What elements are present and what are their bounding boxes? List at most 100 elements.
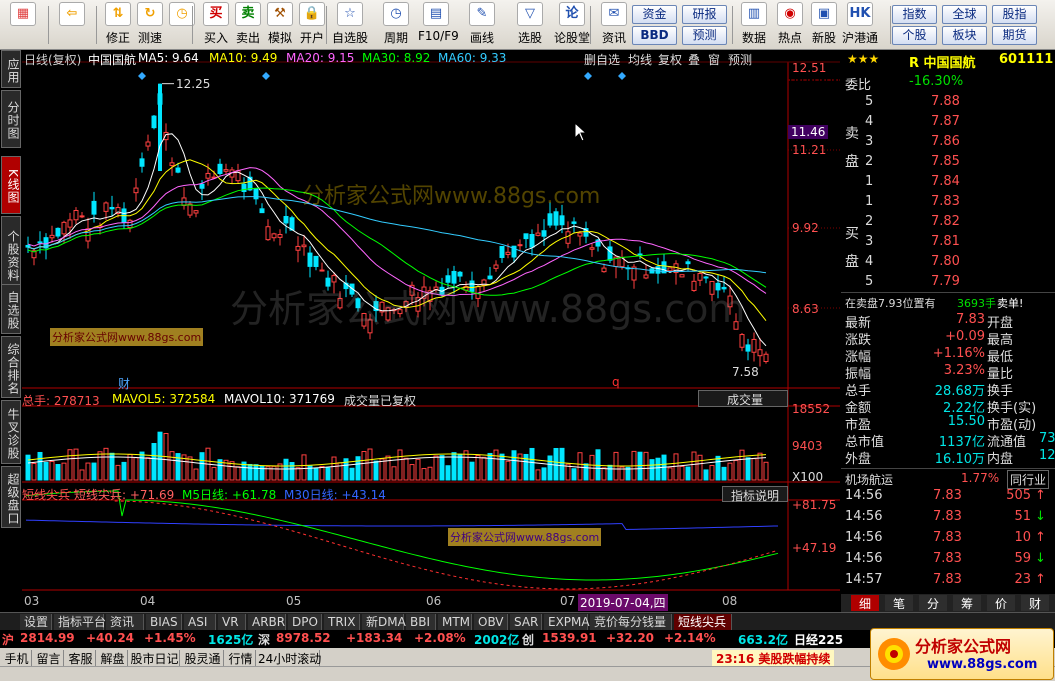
global-button[interactable]: 全球	[942, 5, 987, 24]
sh-index: 2814.99	[20, 631, 75, 645]
ipo-button[interactable]: ▣ 新股	[806, 2, 842, 48]
bbd-button[interactable]: BBD	[632, 26, 677, 45]
volume-bar	[379, 458, 385, 481]
sell-level-1[interactable]: 1 7.84	[841, 174, 1055, 194]
star-button[interactable]: ☆ 自选股	[332, 2, 368, 48]
menu-link-0[interactable]: 手机	[2, 650, 32, 667]
left-tab-2[interactable]: K线图	[1, 156, 21, 214]
tick-row: 14:57 7.83 23 ↑	[841, 572, 1055, 592]
index-button[interactable]: 指数	[892, 5, 937, 24]
data-button[interactable]: ▥ 数据	[736, 2, 772, 48]
left-tab-6[interactable]: 牛叉诊股	[1, 400, 21, 464]
bottom-tab-6[interactable]: ARBR	[248, 614, 286, 630]
menu-link-7[interactable]: 24小时滚动	[258, 650, 321, 667]
single-stock-button[interactable]: 个股	[892, 26, 937, 45]
buy-level-1[interactable]: 1 7.83	[841, 194, 1055, 214]
bottom-tab-12[interactable]: OBV	[474, 614, 508, 630]
event-mark[interactable]: q	[612, 375, 620, 389]
grid-button[interactable]: ▦	[4, 2, 42, 48]
bottom-tab-10[interactable]: BBI	[406, 614, 436, 630]
futures-button[interactable]: 期货	[992, 26, 1037, 45]
candle-body	[151, 115, 157, 129]
cycle-button[interactable]: ◷ 周期	[378, 2, 414, 48]
bottom-tab-0[interactable]: 设置	[20, 614, 52, 630]
mini-tab-3[interactable]: 筹	[953, 595, 981, 611]
mini-tab-4[interactable]: 价	[987, 595, 1015, 611]
period-label[interactable]: 日线(复权)	[24, 51, 81, 68]
hammer-button[interactable]: ⚒ 模拟	[262, 2, 298, 48]
window-button[interactable]: 窗	[708, 51, 720, 68]
fund-button[interactable]: 资金	[632, 5, 677, 24]
left-tab-7[interactable]: 超级盘口	[1, 466, 21, 528]
menu-link-2[interactable]: 客服	[66, 650, 96, 667]
forum-button[interactable]: 论论股堂	[554, 2, 590, 48]
up-down-button[interactable]: ⇅ 修正	[100, 2, 136, 48]
menu-link-1[interactable]: 留言	[34, 650, 64, 667]
filter-button[interactable]: ▽ 选股	[512, 2, 548, 48]
bottom-tab-16[interactable]: 短线尖兵	[674, 614, 732, 630]
left-tab-5[interactable]: 综合排名	[1, 336, 21, 398]
buy-level-4[interactable]: 4 7.80	[841, 254, 1055, 274]
sector-button[interactable]: 板块	[942, 26, 987, 45]
buy-button[interactable]: 买买入	[198, 2, 234, 48]
bottom-tab-11[interactable]: MTM	[438, 614, 472, 630]
sector-name[interactable]: 机场航运	[845, 471, 893, 488]
sell-level-3[interactable]: 3 7.86	[841, 134, 1055, 154]
adjust-button[interactable]: 复权	[658, 51, 682, 68]
sell-level-5[interactable]: 5 7.88	[841, 94, 1055, 114]
refresh-button[interactable]: ↻ 测速	[132, 2, 168, 48]
buy-level-3[interactable]: 3 7.81	[841, 234, 1055, 254]
clock-button[interactable]: ◷	[164, 2, 200, 48]
bottom-tab-5[interactable]: VR	[218, 614, 246, 630]
bottom-tab-3[interactable]: BIAS	[146, 614, 182, 630]
bottom-tab-4[interactable]: ASI	[184, 614, 216, 630]
overlay-button[interactable]: 叠	[688, 51, 700, 68]
bottom-tab-1[interactable]: 指标平台	[54, 614, 106, 630]
left-tab-4[interactable]: 自选股	[1, 284, 21, 334]
hot-button[interactable]: ◉ 热点	[772, 2, 808, 48]
bottom-tab-14[interactable]: EXPMA	[544, 614, 590, 630]
mini-tab-0[interactable]: 细	[851, 595, 879, 611]
news-button[interactable]: ✉ 资讯	[596, 2, 632, 48]
bottom-tab-2[interactable]: 资讯	[106, 614, 144, 630]
left-tab-3[interactable]: 个股资料	[1, 216, 21, 292]
left-tab-0[interactable]: 应用	[1, 50, 21, 88]
buy-level-2[interactable]: 2 7.82	[841, 214, 1055, 234]
pen-button[interactable]: ✎ 画线	[464, 2, 500, 48]
menu-link-6[interactable]: 行情	[226, 650, 256, 667]
f10-button[interactable]: ▤ F10/F9	[418, 2, 459, 48]
news-ticker[interactable]: 23:16 美股跌幅持续	[712, 650, 835, 667]
bottom-tab-13[interactable]: SAR	[510, 614, 542, 630]
kline-chart-area[interactable]: 日线(复权) 中国国航 MA5: 9.64 MA10: 9.49 MA20: 9…	[22, 50, 840, 612]
sell-level-2[interactable]: 2 7.85	[841, 154, 1055, 174]
sell-level-4[interactable]: 4 7.87	[841, 114, 1055, 134]
buy-level-5[interactable]: 5 7.79	[841, 274, 1055, 294]
bottom-tab-15[interactable]: 竞价每分钱量	[590, 614, 672, 630]
mini-tab-5[interactable]: 财	[1021, 595, 1049, 611]
sell-button[interactable]: 卖卖出	[230, 2, 266, 48]
left-tab-1[interactable]: 分时图	[1, 90, 21, 148]
predict-button[interactable]: 预测	[728, 51, 752, 68]
menu-link-4[interactable]: 股市日记	[130, 650, 180, 667]
bottom-tab-8[interactable]: TRIX	[324, 614, 360, 630]
menu-link-3[interactable]: 解盘	[98, 650, 128, 667]
indicator-help-button[interactable]: 指标说明	[722, 486, 788, 503]
remove-favorite-button[interactable]: 删自选	[584, 51, 620, 68]
same-industry-button[interactable]: 同行业	[1007, 470, 1050, 489]
mini-tab-1[interactable]: 笔	[885, 595, 913, 611]
finance-mark[interactable]: 财	[118, 375, 130, 392]
back-arrow-button[interactable]: ⇦	[54, 2, 90, 48]
candle-body	[751, 338, 757, 353]
quote-row: 涨幅 +1.16% 最低	[841, 346, 1055, 365]
mini-tab-2[interactable]: 分	[919, 595, 947, 611]
lock-button[interactable]: 🔒 开户	[294, 2, 330, 48]
ma-settings-button[interactable]: 均线	[628, 51, 652, 68]
bottom-tab-7[interactable]: DPO	[288, 614, 322, 630]
bottom-tab-9[interactable]: 新DMA	[362, 614, 406, 630]
volume-selector[interactable]: 成交量	[698, 390, 788, 407]
research-button[interactable]: 研报	[682, 5, 727, 24]
forecast-button[interactable]: 预测	[682, 26, 727, 45]
hk-button[interactable]: HK 沪港通	[842, 2, 878, 48]
stock-index-button[interactable]: 股指	[992, 5, 1037, 24]
menu-link-5[interactable]: 股灵通	[182, 650, 224, 667]
